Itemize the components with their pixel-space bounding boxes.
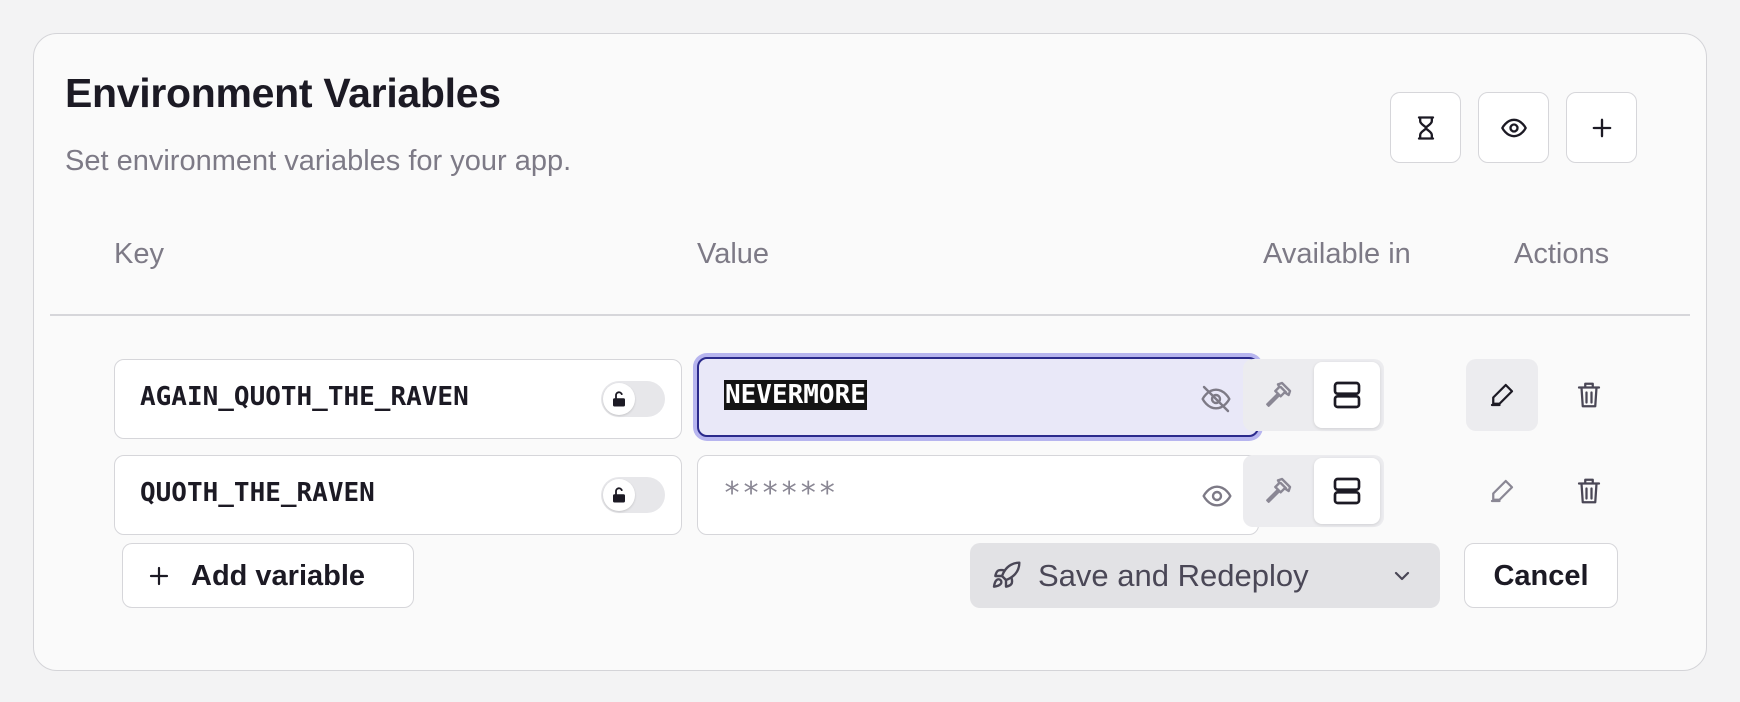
key-text: AGAIN_QUOTH_THE_RAVEN: [140, 382, 469, 412]
history-button[interactable]: [1390, 92, 1461, 163]
eye-off-icon[interactable]: [1200, 383, 1232, 415]
save-and-redeploy-label: Save and Redeploy: [1038, 558, 1309, 593]
pencil-icon: [1490, 383, 1514, 407]
available-in-toggle: [1243, 455, 1384, 527]
delete-button[interactable]: [1553, 359, 1625, 431]
hourglass-icon: [1417, 115, 1434, 140]
cancel-label: Cancel: [1493, 560, 1589, 592]
plus-icon: [1592, 118, 1611, 137]
lock-toggle[interactable]: [601, 477, 665, 513]
value-field[interactable]: ******: [697, 455, 1259, 535]
trash-icon: [1577, 382, 1601, 408]
column-header-key: Key: [114, 238, 164, 270]
pencil-icon: [1490, 479, 1514, 503]
add-button[interactable]: [1566, 92, 1637, 163]
header-divider: [50, 314, 1690, 316]
value-field[interactable]: NEVERMORE: [697, 357, 1259, 437]
key-text: QUOTH_THE_RAVEN: [140, 478, 375, 508]
eye-icon: [1500, 118, 1527, 137]
plus-icon: [149, 566, 169, 586]
rocket-icon: [992, 561, 1021, 588]
value-text-masked: ******: [723, 476, 838, 511]
runtime-option[interactable]: [1314, 362, 1380, 428]
add-variable-label: Add variable: [191, 560, 366, 592]
build-option[interactable]: [1245, 457, 1311, 525]
key-field[interactable]: QUOTH_THE_RAVEN: [114, 455, 682, 535]
unlock-icon: [603, 479, 635, 511]
save-and-redeploy-button[interactable]: Save and Redeploy: [970, 543, 1440, 608]
build-option[interactable]: [1245, 361, 1311, 429]
chevron-down-icon[interactable]: [1390, 564, 1414, 588]
key-field[interactable]: AGAIN_QUOTH_THE_RAVEN: [114, 359, 682, 439]
column-header-value: Value: [697, 238, 770, 270]
available-in-toggle: [1243, 359, 1384, 431]
toggle-visibility-button[interactable]: [1478, 92, 1549, 163]
lock-toggle[interactable]: [601, 381, 665, 417]
edit-button[interactable]: [1466, 455, 1538, 527]
server-icon: [1333, 381, 1361, 409]
hammer-icon: [1266, 381, 1292, 407]
column-header-actions: Actions: [1514, 238, 1610, 270]
server-icon: [1333, 477, 1361, 505]
delete-button[interactable]: [1553, 455, 1625, 527]
cancel-button[interactable]: Cancel: [1464, 543, 1618, 608]
value-text: NEVERMORE: [724, 380, 867, 410]
eye-icon[interactable]: [1201, 480, 1233, 512]
add-variable-button[interactable]: Add variable: [122, 543, 414, 608]
runtime-option[interactable]: [1314, 458, 1380, 524]
page-subtitle: Set environment variables for your app.: [65, 145, 572, 177]
page-title: Environment Variables: [65, 70, 501, 116]
column-header-available-in: Available in: [1263, 238, 1411, 270]
trash-icon: [1577, 478, 1601, 504]
hammer-icon: [1266, 477, 1292, 503]
edit-button[interactable]: [1466, 359, 1538, 431]
unlock-icon: [603, 383, 635, 415]
